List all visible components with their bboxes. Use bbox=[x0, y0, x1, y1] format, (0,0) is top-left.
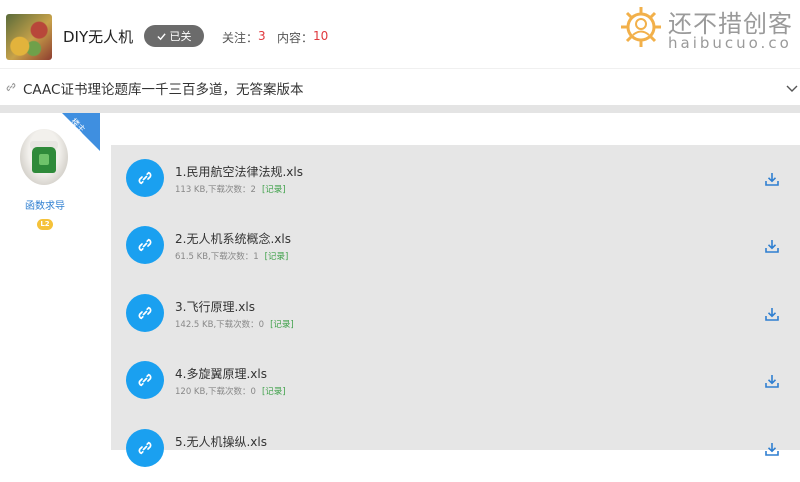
content-label: 内容： bbox=[277, 31, 314, 45]
download-icon[interactable] bbox=[764, 373, 780, 389]
record-link[interactable]: [记录] bbox=[262, 185, 286, 195]
attachment-meta: 61.5 KB,下载次数：1 [记录] bbox=[175, 252, 289, 262]
post-title: CAAC证书理论题库一千三百多道，无答案版本 bbox=[23, 82, 304, 98]
attachment-name[interactable]: 5.无人机操纵.xls bbox=[175, 433, 267, 450]
attachment-item[interactable]: 3.飞行原理.xls 142.5 KB,下载次数：0 [记录] bbox=[111, 280, 800, 347]
download-icon[interactable] bbox=[764, 441, 780, 457]
attachment-link-icon bbox=[126, 429, 164, 467]
attachment-meta: 113 KB,下载次数：2 [记录] bbox=[175, 185, 286, 195]
attachment-list: 1.民用航空法律法规.xls 113 KB,下载次数：2 [记录] 2.无人机系统… bbox=[111, 145, 800, 467]
attachment-link-icon bbox=[126, 159, 164, 197]
watermark-domain: haibucuo.co bbox=[668, 34, 792, 52]
download-icon[interactable] bbox=[764, 171, 780, 187]
group-name[interactable]: DIY无人机 bbox=[63, 26, 133, 47]
attachment-item[interactable]: 2.无人机系统概念.xls 61.5 KB,下载次数：1 [记录] bbox=[111, 212, 800, 279]
attachment-name[interactable]: 4.多旋翼原理.xls bbox=[175, 365, 267, 382]
group-avatar[interactable] bbox=[6, 14, 52, 60]
attachment-name[interactable]: 1.民用航空法律法规.xls bbox=[175, 163, 303, 180]
level-badge: L2 bbox=[37, 219, 53, 230]
follow-count: 3 bbox=[258, 29, 266, 43]
author-name[interactable]: 函数求导 bbox=[0, 197, 90, 212]
attachment-item[interactable]: 1.民用航空法律法规.xls 113 KB,下载次数：2 [记录] bbox=[111, 145, 800, 212]
record-link[interactable]: [记录] bbox=[270, 320, 294, 330]
attachment-name[interactable]: 2.无人机系统概念.xls bbox=[175, 230, 291, 247]
download-icon[interactable] bbox=[764, 306, 780, 322]
gear-logo-icon bbox=[621, 7, 661, 47]
section-divider bbox=[0, 105, 800, 113]
joined-button-label: 已关 bbox=[169, 30, 192, 43]
author-avatar[interactable] bbox=[20, 129, 68, 185]
watermark: 还不措创客 haibucuo.co bbox=[618, 2, 800, 54]
record-link[interactable]: [记录] bbox=[262, 387, 286, 397]
download-icon[interactable] bbox=[764, 238, 780, 254]
attachment-link-icon bbox=[126, 294, 164, 332]
attachment-item[interactable]: 4.多旋翼原理.xls 120 KB,下载次数：0 [记录] bbox=[111, 347, 800, 414]
group-header: DIY无人机 已关 关注： 3 内容： 10 还不措创客 haibucuo.co bbox=[0, 0, 800, 68]
attachment-link-icon bbox=[126, 226, 164, 264]
attachment-meta: 142.5 KB,下载次数：0 [记录] bbox=[175, 320, 294, 330]
attachment-name[interactable]: 3.飞行原理.xls bbox=[175, 298, 255, 315]
author-panel: 楼主 函数求导 L2 bbox=[0, 113, 100, 450]
attachment-link-icon bbox=[126, 361, 164, 399]
check-icon bbox=[156, 32, 166, 40]
link-icon bbox=[6, 82, 16, 92]
post-title-bar: CAAC证书理论题库一千三百多道，无答案版本 bbox=[0, 68, 800, 106]
record-link[interactable]: [记录] bbox=[265, 252, 289, 262]
chevron-down-icon[interactable] bbox=[786, 83, 798, 93]
follow-label: 关注： bbox=[222, 31, 259, 45]
content-count: 10 bbox=[313, 29, 329, 43]
attachment-meta: 120 KB,下载次数：0 [记录] bbox=[175, 387, 286, 397]
attachment-item[interactable]: 5.无人机操纵.xls bbox=[111, 415, 800, 482]
joined-button[interactable]: 已关 bbox=[144, 25, 204, 47]
